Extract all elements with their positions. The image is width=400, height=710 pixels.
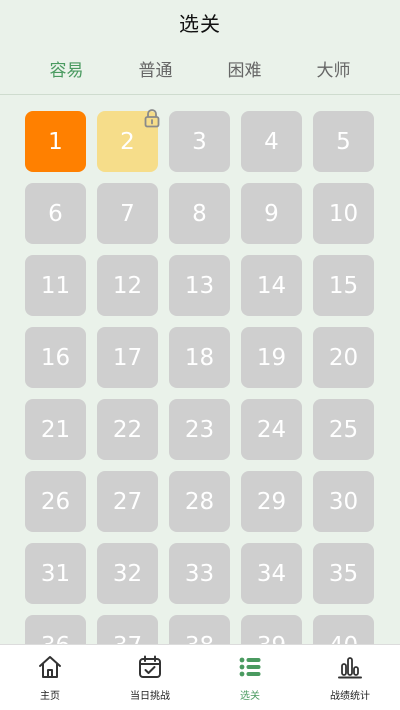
level-button-39[interactable]: 39 xyxy=(241,615,302,644)
level-button-33[interactable]: 33 xyxy=(169,543,230,604)
level-button-23[interactable]: 23 xyxy=(169,399,230,460)
level-button-25[interactable]: 25 xyxy=(313,399,374,460)
level-button-5[interactable]: 5 xyxy=(313,111,374,172)
nav-level-select[interactable]: 选关 xyxy=(200,645,300,710)
level-button-24[interactable]: 24 xyxy=(241,399,302,460)
level-button-3[interactable]: 3 xyxy=(169,111,230,172)
level-button-1[interactable]: 1 xyxy=(25,111,86,172)
level-button-7[interactable]: 7 xyxy=(97,183,158,244)
level-button-37[interactable]: 37 xyxy=(97,615,158,644)
nav-level-select-label: 选关 xyxy=(240,691,260,702)
level-button-21[interactable]: 21 xyxy=(25,399,86,460)
level-button-6[interactable]: 6 xyxy=(25,183,86,244)
level-button-16[interactable]: 16 xyxy=(25,327,86,388)
nav-home[interactable]: 主页 xyxy=(0,645,100,710)
level-button-29[interactable]: 29 xyxy=(241,471,302,532)
level-button-28[interactable]: 28 xyxy=(169,471,230,532)
level-number: 2 xyxy=(120,128,135,155)
tab-easy[interactable]: 容易 xyxy=(50,56,84,81)
nav-daily-challenge[interactable]: 当日挑战 xyxy=(100,645,200,710)
tab-normal[interactable]: 普通 xyxy=(139,56,173,81)
difficulty-tabs: 容易 普通 困难 大师 xyxy=(0,54,400,82)
home-icon xyxy=(39,656,61,678)
level-button-26[interactable]: 26 xyxy=(25,471,86,532)
page-title: 选关 xyxy=(179,12,221,36)
level-button-34[interactable]: 34 xyxy=(241,543,302,604)
level-button-32[interactable]: 32 xyxy=(97,543,158,604)
level-grid: 1 2 3 4 5 6 7 8 9 10 11 12 13 14 15 16 1… xyxy=(25,109,374,644)
level-button-35[interactable]: 35 xyxy=(313,543,374,604)
level-button-36[interactable]: 36 xyxy=(25,615,86,644)
tab-hard[interactable]: 困难 xyxy=(228,56,262,81)
level-button-30[interactable]: 30 xyxy=(313,471,374,532)
level-button-2[interactable]: 2 xyxy=(97,109,160,172)
calendar-check-icon xyxy=(139,655,161,678)
list-icon xyxy=(239,657,261,677)
nav-daily-challenge-label: 当日挑战 xyxy=(130,691,170,702)
level-button-31[interactable]: 31 xyxy=(25,543,86,604)
level-button-38[interactable]: 38 xyxy=(169,615,230,644)
nav-stats-label: 战绩统计 xyxy=(330,691,370,702)
level-button-11[interactable]: 11 xyxy=(25,255,86,316)
level-button-19[interactable]: 19 xyxy=(241,327,302,388)
level-button-22[interactable]: 22 xyxy=(97,399,158,460)
level-button-9[interactable]: 9 xyxy=(241,183,302,244)
nav-home-label: 主页 xyxy=(40,691,60,702)
level-button-20[interactable]: 20 xyxy=(313,327,374,388)
stats-icon xyxy=(338,657,362,679)
level-button-40[interactable]: 40 xyxy=(313,615,374,644)
tab-master[interactable]: 大师 xyxy=(317,56,351,81)
level-button-12[interactable]: 12 xyxy=(97,255,158,316)
bottom-navigation: 主页 当日挑战 选关 战绩统计 xyxy=(0,644,400,710)
level-button-15[interactable]: 15 xyxy=(313,255,374,316)
level-button-27[interactable]: 27 xyxy=(97,471,158,532)
level-button-14[interactable]: 14 xyxy=(241,255,302,316)
level-button-10[interactable]: 10 xyxy=(313,183,374,244)
level-button-4[interactable]: 4 xyxy=(241,111,302,172)
level-button-18[interactable]: 18 xyxy=(169,327,230,388)
top-bar: 选关 容易 普通 困难 大师 xyxy=(0,0,400,95)
level-grid-scroll[interactable]: 1 2 3 4 5 6 7 8 9 10 11 12 13 14 15 16 1… xyxy=(0,96,400,644)
nav-stats[interactable]: 战绩统计 xyxy=(300,645,400,710)
lock-icon xyxy=(144,109,160,128)
level-button-8[interactable]: 8 xyxy=(169,183,230,244)
level-button-13[interactable]: 13 xyxy=(169,255,230,316)
level-button-17[interactable]: 17 xyxy=(97,327,158,388)
